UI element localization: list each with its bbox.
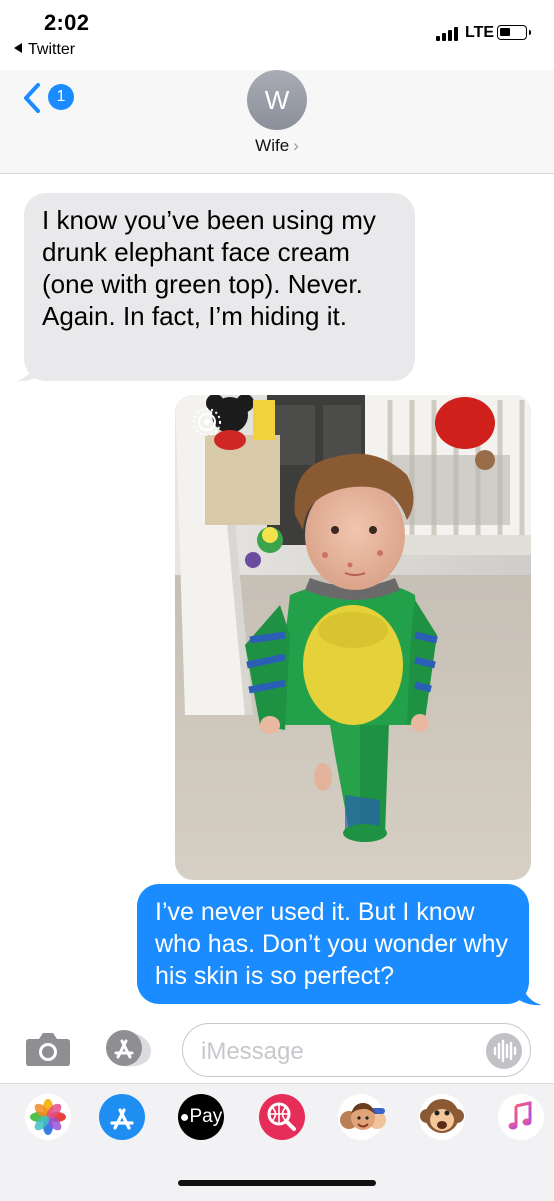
outgoing-message-bubble[interactable]: I’ve never used it. But I know who has. … — [137, 884, 529, 1004]
network-type: LTE — [465, 24, 495, 41]
music-icon[interactable] — [498, 1094, 544, 1140]
photo-message[interactable] — [175, 395, 531, 880]
status-bar: 2:02 Twitter LTE — [0, 0, 554, 70]
apple-pay-label: Pay — [189, 1106, 223, 1127]
avatar[interactable]: W — [247, 70, 307, 130]
incoming-message-bubble[interactable]: I know you’ve been using my drunk elepha… — [24, 193, 415, 381]
message-input-placeholder: iMessage — [201, 1038, 304, 1065]
web-images-icon[interactable] — [259, 1094, 305, 1140]
battery-icon — [497, 25, 531, 40]
memoji-icon[interactable] — [338, 1094, 386, 1140]
back-triangle-icon — [14, 43, 22, 53]
chevron-right-icon: › — [293, 136, 299, 155]
apple-pay-icon[interactable]: ●Pay — [178, 1094, 224, 1140]
message-input[interactable]: iMessage — [182, 1023, 531, 1077]
back-app-label: Twitter — [28, 41, 76, 58]
camera-icon[interactable] — [25, 1031, 71, 1067]
contact-name: Wife — [255, 136, 290, 155]
unread-badge: 1 — [48, 84, 74, 110]
audio-message-button[interactable] — [486, 1033, 522, 1069]
chevron-left-icon — [24, 83, 40, 113]
app-store-drawer-icon[interactable] — [104, 1028, 154, 1068]
contact-name-button[interactable]: Wife › — [0, 136, 554, 156]
app-store-icon[interactable] — [99, 1094, 145, 1140]
photos-icon[interactable] — [25, 1094, 71, 1140]
apple-logo: ● — [179, 1109, 190, 1126]
back-to-app-link[interactable]: Twitter — [14, 41, 75, 59]
photo-image — [175, 395, 531, 880]
conversation-header: 1 W Wife › — [0, 70, 554, 174]
home-indicator[interactable] — [178, 1180, 376, 1186]
clock: 2:02 — [44, 10, 90, 35]
waveform-icon — [493, 1039, 517, 1063]
animoji-monkey-icon[interactable] — [419, 1094, 465, 1140]
compose-bar: iMessage — [0, 1018, 554, 1082]
back-button[interactable]: 1 — [22, 78, 82, 118]
